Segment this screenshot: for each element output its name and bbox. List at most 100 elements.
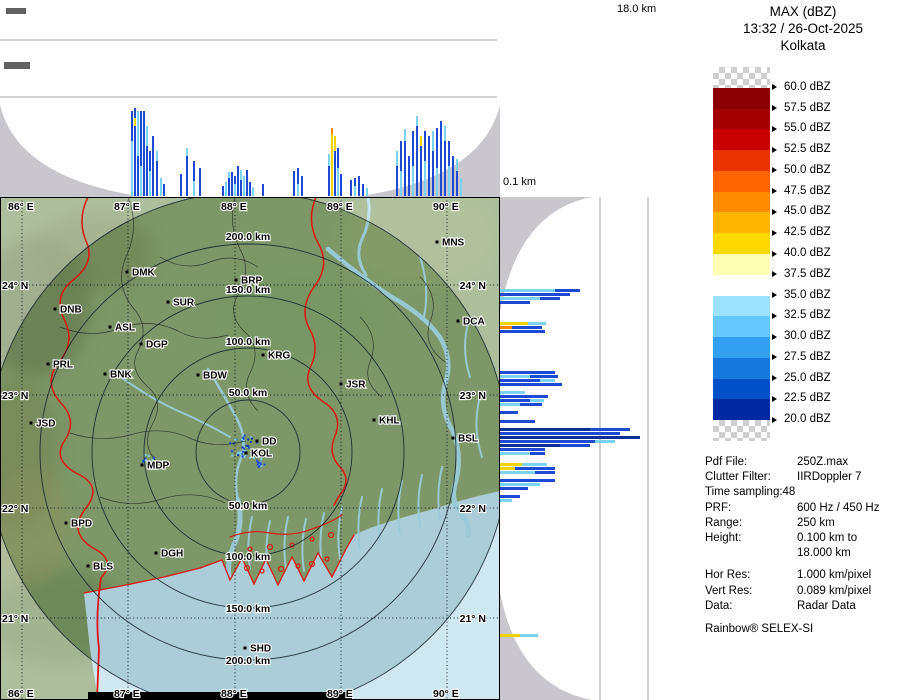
city-marker-dot bbox=[196, 373, 200, 377]
range-ring-label: 50.0 km bbox=[229, 500, 268, 512]
info-row: Time sampling:48 bbox=[705, 485, 905, 500]
range-ring-label: 200.0 km bbox=[226, 231, 270, 243]
legend-tick-label: 27.5 dBZ bbox=[784, 350, 831, 363]
echo-bar-segment bbox=[432, 131, 434, 151]
echo-bar-segment bbox=[180, 174, 182, 196]
echo-bar-segment bbox=[243, 176, 245, 196]
echo-bar-segment bbox=[440, 121, 442, 196]
grid-label: 87° E bbox=[114, 688, 140, 700]
echo-bar-segment bbox=[460, 178, 462, 196]
echo-bar-segment bbox=[540, 297, 560, 300]
info-label: Clutter Filter: bbox=[705, 471, 771, 484]
legend-tick-arrow-icon bbox=[772, 146, 777, 153]
range-ring-label: 100.0 km bbox=[226, 336, 270, 348]
echo-pixel bbox=[247, 438, 250, 441]
city-label: DGH bbox=[161, 549, 183, 560]
legend-color-block bbox=[713, 274, 770, 296]
echo-bar-segment bbox=[500, 395, 548, 398]
legend-tick-label: 50.0 dBZ bbox=[784, 163, 831, 176]
echo-pixel bbox=[256, 463, 259, 466]
echo-bar-segment bbox=[500, 634, 520, 637]
city-label: ASL bbox=[115, 323, 135, 334]
echo-bar-segment bbox=[560, 444, 590, 447]
grid-label: 89° E bbox=[327, 688, 353, 700]
city-label: DNB bbox=[60, 305, 82, 316]
echo-bar-segment bbox=[131, 141, 133, 196]
echo-bar-segment bbox=[444, 141, 446, 196]
echo-bar-segment bbox=[225, 182, 227, 196]
city-marker-dot bbox=[456, 319, 460, 323]
city-marker-dot bbox=[29, 421, 33, 425]
echo-pixel bbox=[259, 463, 262, 466]
echo-pixel bbox=[144, 454, 147, 456]
info-label: Pdf File: bbox=[705, 456, 748, 468]
info-label: Range: bbox=[705, 516, 743, 529]
city-marker-dot bbox=[140, 463, 144, 467]
echo-bar-segment bbox=[297, 168, 299, 184]
legend-tick-arrow-icon bbox=[772, 250, 777, 257]
city-label: MNS bbox=[442, 238, 465, 249]
echo-bar-segment bbox=[500, 330, 545, 333]
echo-bar-segment bbox=[240, 180, 242, 196]
city-marker-dot bbox=[139, 342, 143, 346]
info-value: 250Z.max bbox=[797, 456, 849, 468]
echo-pixel bbox=[232, 442, 235, 445]
city-label: KOL bbox=[251, 449, 272, 460]
echo-bar-segment bbox=[500, 293, 570, 296]
legend-color-block bbox=[713, 378, 770, 400]
echo-bar-segment bbox=[424, 161, 426, 196]
echo-bar-segment bbox=[522, 463, 547, 466]
city-marker-dot bbox=[255, 439, 259, 443]
echo-bar-segment bbox=[452, 156, 454, 196]
city-label: BDW bbox=[203, 371, 227, 382]
legend-tick-label: 22.5 dBZ bbox=[784, 392, 831, 405]
echo-bar-segment bbox=[412, 166, 414, 196]
echo-bar-segment bbox=[163, 184, 165, 196]
echo-bar-segment bbox=[432, 151, 434, 196]
legend-tick-arrow-icon bbox=[772, 292, 777, 299]
info-label: Hor Res: bbox=[705, 569, 751, 582]
echo-bar-segment bbox=[404, 129, 406, 141]
legend-tick-label: 47.5 dBZ bbox=[784, 184, 831, 197]
echo-bar-segment bbox=[420, 146, 422, 196]
echo-bar-segment bbox=[530, 452, 545, 455]
product-info: Pdf File: 250Z.max Clutter Filter: IIRDoppl… bbox=[705, 455, 905, 637]
height-axis-max-label: 18.0 km bbox=[617, 3, 657, 15]
grid-label: 24° N bbox=[2, 280, 28, 292]
echo-bar-segment bbox=[404, 141, 406, 196]
echo-bar-segment bbox=[331, 128, 333, 134]
echo-bar-segment bbox=[354, 186, 356, 196]
city-marker-dot bbox=[53, 307, 57, 311]
echo-bar-segment bbox=[131, 111, 133, 141]
echo-bar-segment bbox=[500, 391, 525, 394]
legend-colorbar bbox=[713, 67, 770, 441]
city-label: KRG bbox=[268, 351, 290, 362]
legend-tick-label: 52.5 dBZ bbox=[784, 143, 831, 156]
axis-label-smudge bbox=[6, 8, 26, 14]
echo-bar-segment bbox=[400, 171, 402, 196]
echo-bar-segment bbox=[328, 154, 330, 166]
radar-viewer-window: 18.0 km 0.1 km 86° E 86° E 87° E 87° E 8… bbox=[0, 0, 906, 700]
echo-pixel bbox=[238, 452, 241, 455]
city-marker-dot bbox=[234, 278, 238, 282]
legend-tick-arrow-icon bbox=[772, 105, 777, 112]
city-marker-dot bbox=[108, 325, 112, 329]
map-panel: 86° E 86° E 87° E 87° E 88° E 88° E 89° E 89° E… bbox=[0, 197, 500, 700]
city-label: BSL bbox=[458, 434, 478, 445]
echo-bar-segment bbox=[515, 467, 555, 470]
echo-pixel bbox=[144, 457, 147, 460]
city-marker-dot bbox=[339, 382, 343, 386]
echo-bar-segment bbox=[500, 289, 555, 292]
city-label: SUR bbox=[173, 298, 195, 309]
legend-tick-label: 42.5 dBZ bbox=[784, 226, 831, 239]
grid-label: 88° E bbox=[221, 688, 247, 700]
city-marker-dot bbox=[451, 436, 455, 440]
echo-pixel bbox=[263, 463, 266, 466]
legend-tick-arrow-icon bbox=[772, 84, 777, 91]
echo-bar-segment bbox=[590, 428, 630, 431]
grid-label: 88° E bbox=[221, 201, 247, 213]
legend-color-block bbox=[713, 150, 770, 171]
echo-bar-segment bbox=[134, 118, 136, 126]
echo-bar-segment bbox=[156, 161, 158, 196]
echo-bar-segment bbox=[134, 108, 136, 118]
